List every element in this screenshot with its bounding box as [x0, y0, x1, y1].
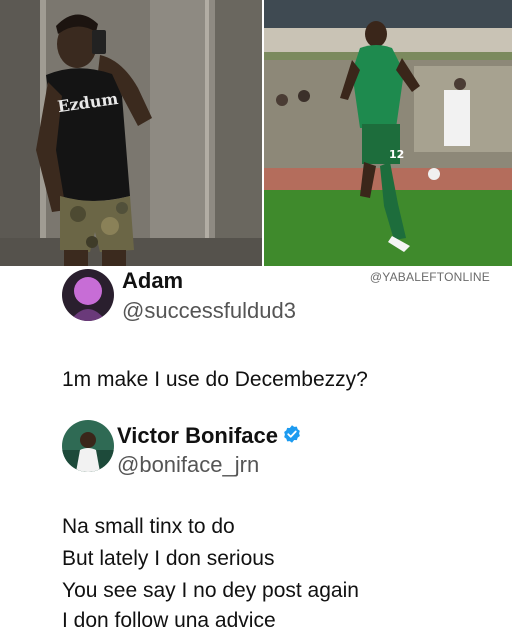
watermark-label: @YABALEFTONLINE [369, 270, 490, 284]
football-action-photo: 12 [264, 0, 512, 266]
tweet-text-line: But lately I don serious [62, 547, 275, 570]
tweet-text: 1m make I use do Decembezzy? [62, 368, 368, 391]
verified-badge-icon [284, 425, 300, 443]
tweet-text-line: Na small tinx to do [62, 515, 235, 538]
author-name[interactable]: Adam [122, 268, 183, 294]
photo-collage: Ezdum 12 [0, 0, 512, 266]
author-name[interactable]: Victor Boniface [117, 423, 278, 449]
avatar[interactable] [62, 269, 114, 321]
mirror-selfie-photo: Ezdum [0, 0, 262, 266]
avatar[interactable] [62, 420, 114, 472]
jersey-number-text: 12 [389, 148, 404, 161]
tweet-text-line: I don follow una advice [62, 609, 276, 632]
tweet-text-line: You see say I no dey post again [62, 579, 359, 602]
author-handle[interactable]: @successfuldud3 [122, 298, 296, 324]
author-handle[interactable]: @boniface_jrn [117, 452, 259, 478]
